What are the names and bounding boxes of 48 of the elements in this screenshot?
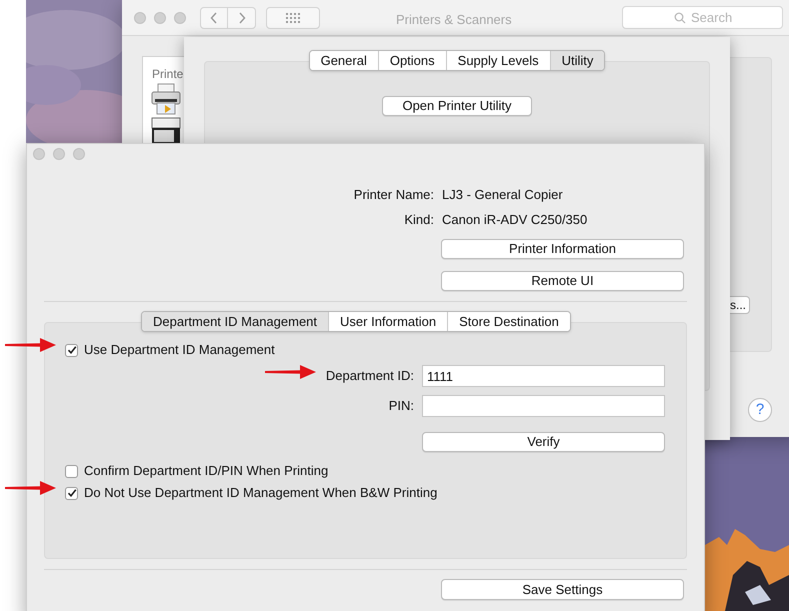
search-icon <box>674 12 686 24</box>
input-field[interactable]: 1111 <box>422 365 665 387</box>
list-heading: Printe <box>152 66 184 83</box>
tab[interactable]: Utility <box>550 51 604 70</box>
save-settings-button[interactable]: Save Settings <box>441 579 684 600</box>
window-control-icon[interactable] <box>53 148 65 160</box>
more-button[interactable]: s... <box>730 296 750 314</box>
annotation-arrow <box>4 337 57 353</box>
verify-button[interactable]: Verify <box>422 432 665 452</box>
forward-button[interactable] <box>228 7 256 29</box>
annotation-arrow <box>264 364 317 380</box>
checkbox-label: Confirm Department ID/PIN When Printing <box>84 462 328 480</box>
printer-icon <box>151 83 181 115</box>
back-button[interactable] <box>200 7 228 29</box>
window-control-icon[interactable] <box>154 12 166 24</box>
tab[interactable]: User Information <box>328 312 448 331</box>
open-printer-utility-button[interactable]: Open Printer Utility <box>382 96 532 116</box>
tab[interactable]: Store Destination <box>447 312 570 331</box>
window-control-icon[interactable] <box>33 148 45 160</box>
help-button[interactable]: ? <box>748 398 772 422</box>
grid-icon <box>286 13 300 23</box>
field-value: Canon iR-ADV C250/350 <box>442 211 588 230</box>
show-all-button[interactable] <box>266 7 320 29</box>
checkbox[interactable] <box>65 486 78 500</box>
search-field[interactable]: Search <box>622 6 783 29</box>
tab[interactable]: Options <box>378 51 446 70</box>
field-label: Kind: <box>403 211 434 230</box>
field-label: PIN: <box>388 397 414 416</box>
tab[interactable]: Supply Levels <box>446 51 550 70</box>
checkbox-label: Use Department ID Management <box>84 341 275 360</box>
input-field[interactable] <box>422 395 665 417</box>
checkbox[interactable] <box>65 464 78 478</box>
window-control-icon[interactable] <box>134 12 146 24</box>
chevron-right-icon <box>238 12 246 24</box>
window-title: Printers & Scanners <box>396 11 512 29</box>
checkbox[interactable] <box>65 344 78 356</box>
tab[interactable]: General <box>310 51 378 70</box>
window-control-icon[interactable] <box>73 148 85 160</box>
field-label: Department ID: <box>326 367 414 386</box>
field-value: LJ3 - General Copier <box>442 186 563 204</box>
window-control-icon[interactable] <box>174 12 186 24</box>
action-button[interactable]: Remote UI <box>441 271 684 291</box>
checkbox-label: Do Not Use Department ID Management When B&W Printing <box>84 484 438 502</box>
field-label: Printer Name: <box>352 186 434 204</box>
chevron-left-icon <box>210 12 218 24</box>
tab[interactable]: Department ID Management <box>142 312 328 331</box>
action-button[interactable]: Printer Information <box>441 239 684 259</box>
annotation-arrow <box>4 480 57 496</box>
